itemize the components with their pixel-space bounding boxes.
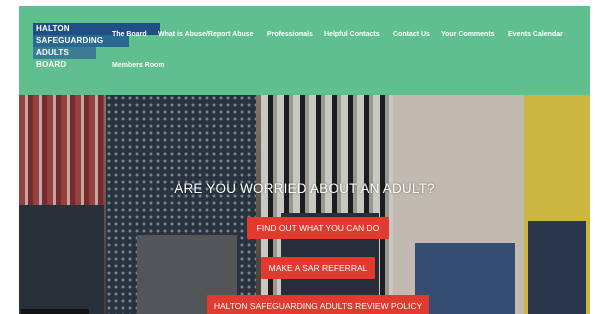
nav-contact-us[interactable]: Contact Us xyxy=(393,31,430,38)
logo-line-3: ADULTS xyxy=(33,47,96,59)
bottom-bar xyxy=(21,309,89,314)
nav-events-calendar[interactable]: Events Calendar xyxy=(508,31,563,38)
hero-overlay xyxy=(19,95,590,314)
site-header: HALTON SAFEGUARDING ADULTS BOARD The Boa… xyxy=(19,6,590,95)
hero-banner: ARE YOU WORRIED ABOUT AN ADULT? FIND OUT… xyxy=(19,95,590,314)
nav-members-room[interactable]: Members Room xyxy=(112,62,165,69)
nav-the-board[interactable]: The Board xyxy=(112,31,147,38)
nav-what-is-abuse[interactable]: What is Abuse/Report Abuse xyxy=(158,31,254,38)
find-out-what-you-can-do-button[interactable]: FIND OUT WHAT YOU CAN DO xyxy=(247,217,389,239)
logo-line-4: BOARD xyxy=(33,59,96,71)
nav-your-comments[interactable]: Your Comments xyxy=(441,31,495,38)
page: HALTON SAFEGUARDING ADULTS BOARD The Boa… xyxy=(0,0,595,314)
make-a-sar-referral-button[interactable]: MAKE A SAR REFERRAL xyxy=(261,257,375,279)
hero-title: ARE YOU WORRIED ABOUT AN ADULT? xyxy=(174,181,435,196)
nav-helpful-contacts[interactable]: Helpful Contacts xyxy=(324,31,380,38)
nav-professionals[interactable]: Professionals xyxy=(267,31,313,38)
review-policy-button[interactable]: HALTON SAFEGUARDING ADULTS REVIEW POLICY xyxy=(207,295,429,314)
